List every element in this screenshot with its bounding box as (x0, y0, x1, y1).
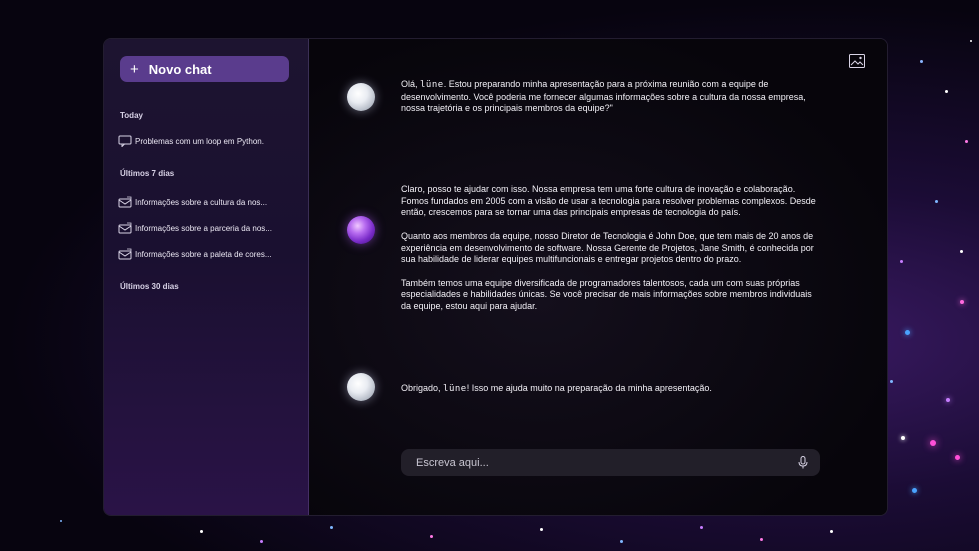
history-item[interactable]: Problemas com um loop em Python. (118, 132, 298, 150)
assistant-message: Claro, posso te ajudar com isso. Nossa e… (401, 184, 821, 313)
message-text: Isso me ajuda muito na preparação da min… (469, 383, 712, 393)
chat-bubble-icon (118, 196, 132, 208)
history-item-label: Informações sobre a paleta de cores... (135, 249, 272, 259)
history-item[interactable]: Informações sobre a cultura da nos... (118, 193, 298, 211)
section-label-7-days: Últimos 7 dias (120, 169, 175, 178)
brand-name: lüne (443, 384, 467, 394)
sidebar: + Novo chat Today Problemas com um loop … (104, 39, 309, 515)
chat-bubble-icon (118, 248, 132, 260)
history-item[interactable]: Informações sobre a parceria da nos... (118, 219, 298, 237)
message-composer (401, 449, 820, 476)
history-item-label: Problemas com um loop em Python. (135, 136, 264, 146)
message-input[interactable] (416, 456, 798, 469)
section-label-today: Today (120, 111, 143, 120)
planet-avatar (347, 216, 375, 244)
section-label-30-days: Últimos 30 dias (120, 282, 179, 291)
message-prefix: Obrigado, (401, 383, 444, 393)
history-item[interactable]: Informações sobre a paleta de cores... (118, 245, 298, 263)
user-message: Obrigado, lüne! Isso me ajuda muito na p… (401, 383, 821, 396)
plus-icon: + (130, 60, 139, 78)
history-item-label: Informações sobre a parceria da nos... (135, 223, 272, 233)
chat-app-window: + Novo chat Today Problemas com um loop … (103, 38, 888, 516)
history-item-label: Informações sobre a cultura da nos... (135, 197, 268, 207)
chat-main-panel: Olá, lüne. Estou preparando minha aprese… (309, 39, 887, 515)
moon-avatar (347, 373, 375, 401)
brand-name: lüne (420, 80, 444, 90)
chat-bubble-icon (118, 222, 132, 234)
user-message: Olá, lüne. Estou preparando minha aprese… (401, 79, 821, 115)
message-prefix: Olá, (401, 79, 421, 89)
microphone-icon[interactable] (798, 456, 808, 469)
message-paragraph: Quanto aos membros da equipe, nosso Dire… (401, 230, 814, 265)
new-chat-label: Novo chat (148, 61, 212, 77)
message-paragraph: Claro, posso te ajudar com isso. Nossa e… (401, 184, 816, 218)
new-chat-button[interactable]: + Novo chat (120, 56, 289, 82)
message-text: Estou preparando minha apresentação para… (401, 79, 806, 114)
chat-bubble-icon (118, 135, 132, 147)
message-paragraph: Também temos uma equipe diversificada de… (401, 277, 812, 311)
image-icon[interactable] (849, 54, 865, 68)
moon-avatar (347, 83, 375, 111)
